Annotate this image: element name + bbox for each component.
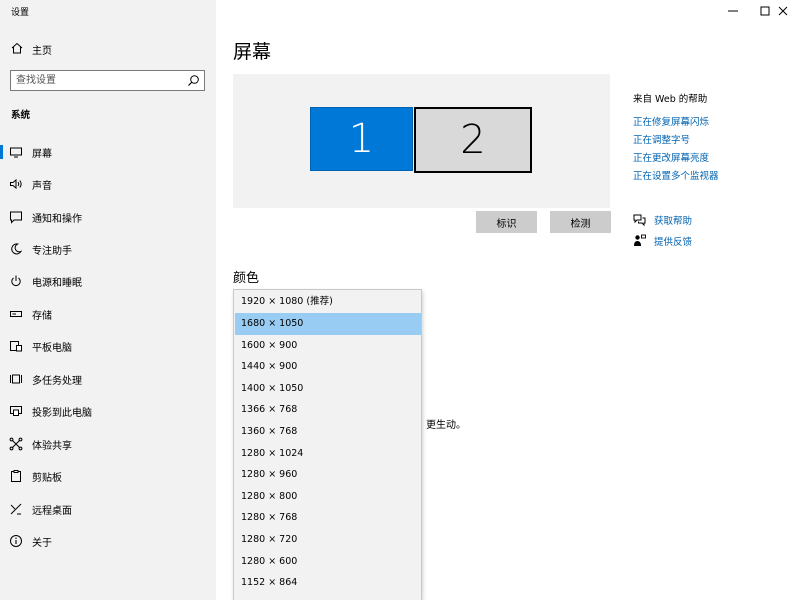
feedback-label: 提供反馈 [654, 237, 693, 248]
resolution-option[interactable]: 1600 × 900 [234, 335, 421, 357]
power-icon [11, 275, 21, 286]
sidebar-item-clipboard[interactable]: 剪贴板 [0, 461, 216, 491]
sidebar-item-sound[interactable]: 声音 [0, 169, 216, 199]
sidebar-item-label: 专注助手 [32, 246, 72, 257]
app-title: 设置 [11, 8, 30, 18]
sidebar-item-label: 多任务处理 [32, 376, 82, 387]
sidebar-item-label: 体验共享 [32, 441, 72, 452]
sidebar-item-label: 通知和操作 [32, 214, 82, 225]
monitor-1[interactable]: 1 [310, 107, 413, 171]
help-link-fix-flicker[interactable]: 正在修复屏幕闪烁 [633, 114, 709, 128]
sidebar-item-projecting[interactable]: 投影到此电脑 [0, 396, 216, 426]
sidebar-item-label: 电源和睡眠 [32, 278, 82, 289]
clipboard-icon [11, 470, 21, 482]
search-icon[interactable] [187, 74, 200, 87]
monitor-2[interactable]: 2 [414, 107, 532, 173]
sidebar-item-notifications[interactable]: 通知和操作 [0, 202, 216, 232]
sidebar-item-label: 关于 [32, 538, 52, 549]
storage-icon [10, 311, 22, 317]
chat-help-icon [633, 214, 646, 226]
close-icon [778, 6, 788, 16]
page-title: 屏幕 [233, 41, 272, 63]
help-title: 来自 Web 的帮助 [633, 94, 708, 105]
resolution-option[interactable]: 1280 × 720 [234, 529, 421, 551]
multitask-icon [10, 374, 22, 384]
section-title: 系统 [11, 110, 31, 121]
sidebar-item-shared-experiences[interactable]: 体验共享 [0, 429, 216, 459]
sidebar-item-about[interactable]: 关于 [0, 526, 216, 556]
home-nav-item[interactable]: 主页 [0, 38, 216, 60]
resolution-option[interactable]: 1360 × 768 [234, 421, 421, 443]
info-icon [10, 535, 22, 547]
resolution-option-selected[interactable]: 1680 × 1050 [235, 313, 421, 335]
sidebar-item-label: 远程桌面 [32, 506, 72, 517]
help-link-multiple-monitors[interactable]: 正在设置多个监视器 [633, 168, 719, 182]
sidebar-item-label: 声音 [32, 181, 52, 192]
sidebar-item-label: 屏幕 [32, 149, 52, 160]
display-arrangement: 1 2 [233, 74, 610, 208]
minimize-icon [728, 10, 738, 12]
resolution-option[interactable]: 1280 × 1024 [234, 443, 421, 465]
minimize-button[interactable] [716, 0, 750, 22]
sidebar-item-label: 投影到此电脑 [32, 408, 92, 419]
color-section-title: 颜色 [233, 271, 260, 286]
moon-icon [11, 243, 23, 255]
notification-icon [10, 211, 22, 224]
resolution-option[interactable]: 1280 × 600 [234, 551, 421, 573]
resolution-option[interactable]: 1366 × 768 [234, 399, 421, 421]
resolution-dropdown-list: 1920 × 1080 (推荐) 1680 × 1050 1600 × 900 … [233, 289, 422, 600]
help-link-font-size[interactable]: 正在调整字号 [633, 132, 690, 146]
get-help-label: 获取帮助 [654, 216, 693, 227]
sidebar-item-label: 平板电脑 [32, 343, 72, 354]
feedback-icon [634, 234, 646, 246]
speaker-icon [10, 178, 22, 190]
resolution-option[interactable]: 1920 × 1080 (推荐) [234, 291, 421, 313]
project-icon [10, 406, 22, 416]
sidebar-item-display[interactable]: 屏幕 [0, 137, 216, 167]
sidebar-item-remote-desktop[interactable]: 远程桌面 [0, 494, 216, 524]
help-link-brightness[interactable]: 正在更改屏幕亮度 [633, 150, 709, 164]
sidebar-item-label: 存储 [32, 311, 52, 322]
search-input[interactable] [11, 71, 181, 90]
sidebar-item-multitasking[interactable]: 多任务处理 [0, 364, 216, 394]
tablet-icon [10, 341, 22, 352]
home-label: 主页 [32, 46, 52, 57]
identify-button[interactable]: 标识 [476, 211, 537, 233]
search-box[interactable] [10, 70, 205, 91]
sidebar-item-power[interactable]: 电源和睡眠 [0, 266, 216, 296]
monitor-icon [10, 147, 22, 158]
sidebar-item-tablet[interactable]: 平板电脑 [0, 331, 216, 361]
sidebar-item-focus-assist[interactable]: 专注助手 [0, 234, 216, 264]
resolution-option[interactable]: 1280 × 960 [234, 464, 421, 486]
resolution-option[interactable]: 1400 × 1050 [234, 378, 421, 400]
sidebar: 设置 主页 系统 屏幕 声音 通知和操作 [0, 0, 216, 600]
resolution-option[interactable]: 1152 × 864 [234, 572, 421, 594]
close-button[interactable] [766, 0, 800, 22]
resolution-option[interactable]: 1440 × 900 [234, 356, 421, 378]
resolution-option[interactable]: 1280 × 800 [234, 486, 421, 508]
detect-button[interactable]: 检测 [550, 211, 611, 233]
resolution-option[interactable]: 1280 × 768 [234, 507, 421, 529]
sidebar-item-label: 剪贴板 [32, 473, 62, 484]
share-icon [9, 437, 23, 451]
home-icon [11, 42, 23, 54]
remote-desktop-icon [10, 503, 22, 515]
sidebar-item-storage[interactable]: 存储 [0, 299, 216, 329]
